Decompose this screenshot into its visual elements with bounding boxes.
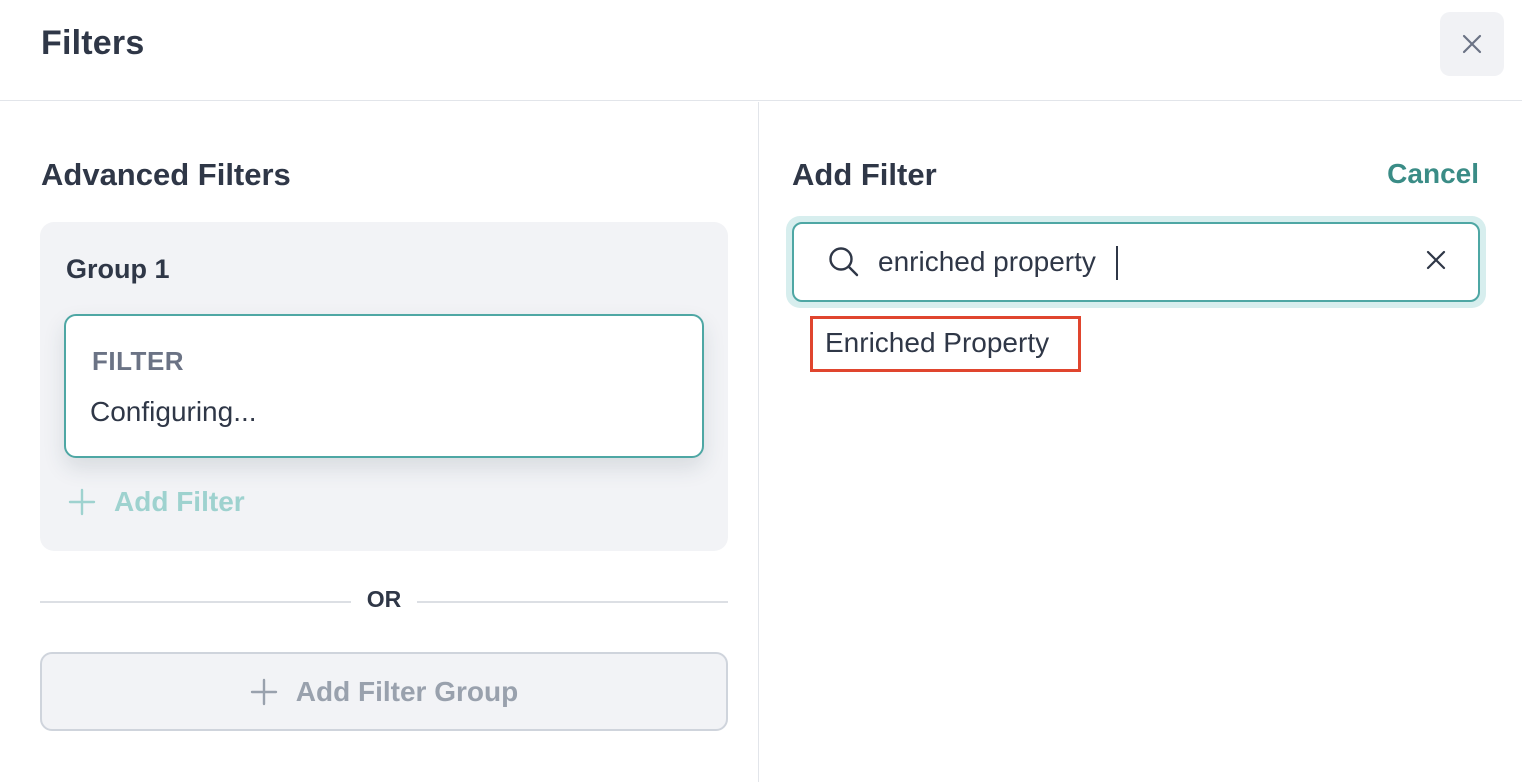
add-filter-group-label: Add Filter Group <box>295 675 519 707</box>
plus-icon <box>68 488 96 516</box>
advanced-filters-panel: Advanced Filters Group 1 FILTER Configur… <box>0 102 759 782</box>
close-icon <box>1462 34 1482 54</box>
dialog-title: Filters <box>41 24 145 62</box>
divider-line-right <box>417 601 728 603</box>
or-label: OR <box>366 586 402 612</box>
filter-card-status: Configuring... <box>90 396 257 427</box>
group-title: Group 1 <box>66 254 170 284</box>
filter-group: Group 1 FILTER Configuring... Add Filter <box>40 222 728 551</box>
close-button[interactable] <box>1440 12 1504 76</box>
search-icon <box>829 247 859 277</box>
filter-card-label: FILTER <box>92 346 185 376</box>
add-filter-title: Add Filter <box>792 157 937 192</box>
advanced-filters-title: Advanced Filters <box>41 157 291 192</box>
search-field[interactable] <box>792 222 1480 302</box>
add-filter-label: Add Filter <box>114 486 245 517</box>
or-divider: OR <box>40 584 728 620</box>
add-filter-button[interactable]: Add Filter <box>68 484 245 520</box>
search-input[interactable] <box>878 242 1418 282</box>
search-focus-ring <box>786 216 1486 308</box>
add-filter-group-button[interactable]: Add Filter Group <box>40 652 728 731</box>
search-result-item[interactable]: Enriched Property <box>810 316 1081 372</box>
filter-card[interactable]: FILTER Configuring... <box>64 314 704 458</box>
dialog-header: Filters <box>0 0 1522 101</box>
cancel-button[interactable]: Cancel <box>1387 158 1479 190</box>
add-filter-panel: Add Filter Cancel Enriched Property <box>760 102 1522 782</box>
clear-search-icon[interactable] <box>1424 248 1448 272</box>
divider-line-left <box>40 601 351 603</box>
text-caret <box>1116 246 1118 280</box>
plus-icon <box>250 678 277 705</box>
